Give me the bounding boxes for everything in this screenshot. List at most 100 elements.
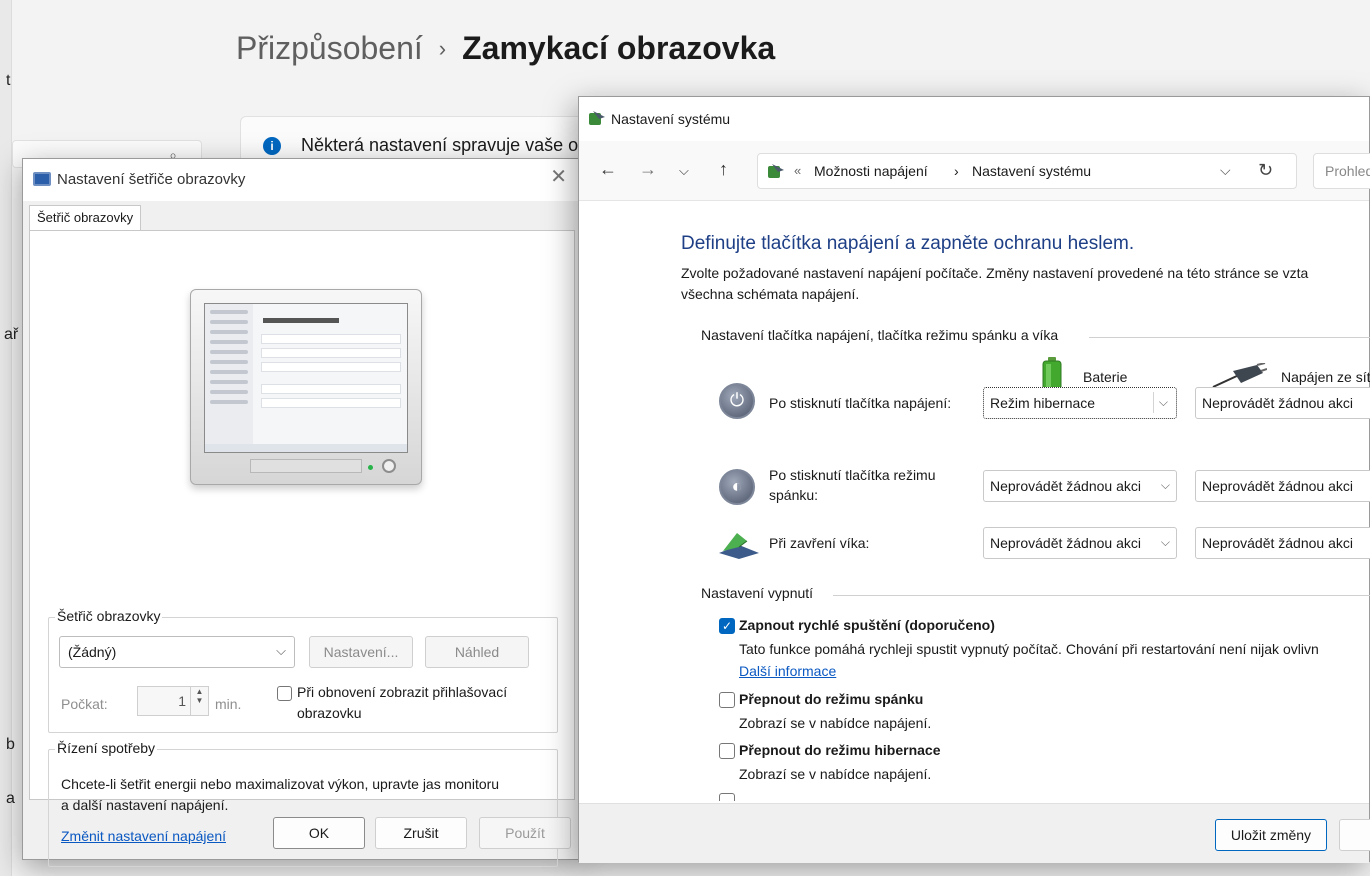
wait-value: 1 [178,693,186,709]
sleep-menu-label: Přepnout do režimu spánku [739,691,924,707]
monitor-preview-screen [204,303,408,453]
breadcrumb-parent[interactable]: Přizpůsobení [236,30,423,67]
select-value: Neprovádět žádnou akci [990,535,1141,551]
chevron-down-icon: ⌵ [276,643,286,658]
lid-close-ac-select[interactable]: Neprovádět žádnou akci [1195,527,1370,559]
preview-taskbar [205,444,407,452]
lid-close-battery-select[interactable]: Neprovádět žádnou akci ⌵ [983,527,1177,559]
chevron-down-icon: ⌵ [1156,478,1170,493]
section-title-shutdown: Nastavení vypnutí [701,585,814,601]
save-changes-button[interactable]: Uložit změny [1215,819,1327,851]
hibernate-menu-label: Přepnout do režimu hibernace [739,742,941,758]
section-title-buttons: Nastavení tlačítka napájení, tlačítka re… [701,327,1059,343]
banner-text: Některá nastavení spravuje vaše or [301,135,585,155]
screensaver-selected-value: (Žádný) [68,644,117,660]
window-titlebar: Nastavení systému [579,97,1369,141]
info-icon: i [263,137,281,155]
dialog-titlebar: Nastavení šetřiče obrazovky ✕ [23,159,581,201]
power-plug-icon [1212,363,1267,388]
preview-sidebar [205,304,253,452]
address-overflow-chevron[interactable]: « [794,163,801,178]
sleep-menu-description: Zobrazí se v nabídce napájení. [739,715,932,731]
monitor-stand [250,459,362,473]
change-power-settings-link[interactable]: Změnit nastavení napájení [61,828,226,844]
fast-startup-checkbox[interactable]: ✓ [719,618,735,634]
window-footer: Uložit změny [579,803,1370,863]
select-value: Neprovádět žádnou akci [990,478,1141,494]
refresh-icon[interactable]: ↻ [1258,160,1273,181]
address-bar[interactable]: « Možnosti napájení › Nastavení systému … [757,153,1297,189]
row-label-power-button: Po stisknutí tlačítka napájení: [769,395,952,411]
screensaver-panel: Šetřič obrazovky (Žádný) ⌵ Nastavení... … [29,230,575,867]
power-knob-icon [382,459,396,473]
section-divider [833,595,1370,596]
clipped-text-fragment: ař [4,326,19,343]
power-button-ac-select[interactable]: Neprovádět žádnou akci [1195,387,1370,419]
settings-button[interactable]: Nastavení... [309,636,413,668]
ok-button[interactable]: OK [273,817,365,849]
clipped-text-fragment: t [6,72,11,89]
monitor-icon [33,172,51,186]
sleep-button-ac-select[interactable]: Neprovádět žádnou akci [1195,470,1370,502]
navigation-bar: ← → ⌵ ↑ « Možnosti napájení › Nastavení … [579,141,1370,201]
preview-row [261,384,401,394]
select-value: Neprovádět žádnou akci [1202,395,1353,411]
window-title: Nastavení systému [611,111,731,127]
more-info-link[interactable]: Další informace [739,663,836,679]
preview-button[interactable]: Náhled [425,636,529,668]
apply-button[interactable]: Použít [479,817,571,849]
screensaver-preview-monitor [190,289,422,495]
sleep-button-battery-select[interactable]: Neprovádět žádnou akci ⌵ [983,470,1177,502]
preview-row [261,348,401,358]
close-icon[interactable]: ✕ [550,167,567,187]
column-header-ac: Napájen ze sítě [1281,369,1370,385]
select-value: Neprovádět žádnou akci [1202,535,1353,551]
breadcrumb-separator: › [438,35,447,61]
resume-logon-label: Při obnovení zobrazit přihlašovací obraz… [297,684,508,721]
select-value: Neprovádět žádnou akci [1202,478,1353,494]
up-arrow-icon[interactable]: ↑ [719,159,728,179]
page-title: Zamykací obrazovka [462,30,776,66]
tab-screensaver[interactable]: Šetřič obrazovky [29,205,142,231]
breadcrumb-system-settings[interactable]: Nastavení systému [972,163,1091,179]
lock-menu-checkbox-partial[interactable] [719,793,735,801]
power-options-icon [589,111,605,125]
fast-startup-label: Zapnout rychlé spuštění (doporučeno) [739,617,995,633]
breadcrumb-power-options[interactable]: Možnosti napájení [814,163,928,179]
wait-label: Počkat: [61,696,108,712]
row-label-sleep-button: Po stisknutí tlačítka režimu spánku: [769,467,936,503]
preview-row [261,334,401,344]
back-arrow-icon[interactable]: ← [599,159,617,179]
sleep-menu-checkbox[interactable] [719,692,735,708]
fast-startup-description: Tato funkce pomáhá rychleji spustit vypn… [739,641,1319,657]
page-heading: Definujte tlačítka napájení a zapněte oc… [681,233,1135,254]
screensaver-select[interactable]: (Žádný) ⌵ [59,636,295,668]
sleep-button-icon: ◐ [719,469,755,505]
preview-row [261,398,401,408]
stepper-arrows-icon[interactable]: ▲ ▼ [190,687,208,715]
select-value: Režim hibernace [990,395,1096,411]
dialog-title: Nastavení šetřiče obrazovky [57,171,246,188]
recent-locations-chevron-icon[interactable]: ⌵ [679,161,689,181]
clipped-text-fragment: b [6,736,15,753]
screensaver-group: Šetřič obrazovky (Žádný) ⌵ Nastavení... … [48,608,558,733]
description-line: Zvolte požadované nastavení napájení poč… [681,265,1309,281]
forward-arrow-icon[interactable]: → [639,159,657,179]
breadcrumb-separator[interactable]: › [954,163,959,179]
power-button-battery-select[interactable]: Režim hibernace ⌵ [983,387,1177,419]
system-settings-window: Nastavení systému ← → ⌵ ↑ « Možnosti nap… [578,96,1370,863]
power-management-group: Řízení spotřeby Chcete-li šetřit energii… [48,740,558,867]
preview-row [261,362,401,372]
cancel-button[interactable] [1339,819,1370,851]
power-button-icon: ⏻ [719,383,755,419]
resume-logon-checkbox[interactable] [277,686,292,701]
hibernate-menu-checkbox[interactable] [719,743,735,759]
search-input[interactable]: Prohledat [1313,153,1370,189]
wait-minutes-stepper[interactable]: 1 ▲ ▼ [137,686,209,716]
group-legend: Řízení spotřeby [55,740,158,756]
cancel-button[interactable]: Zrušit [375,817,467,849]
address-dropdown-chevron-icon[interactable]: ⌵ [1220,162,1231,179]
power-management-text: Chcete-li šetřit energii nebo maximalizo… [61,776,500,813]
row-label-lid-close: Při zavření víka: [769,535,870,551]
breadcrumb: Přizpůsobení › Zamykací obrazovka [236,30,775,67]
